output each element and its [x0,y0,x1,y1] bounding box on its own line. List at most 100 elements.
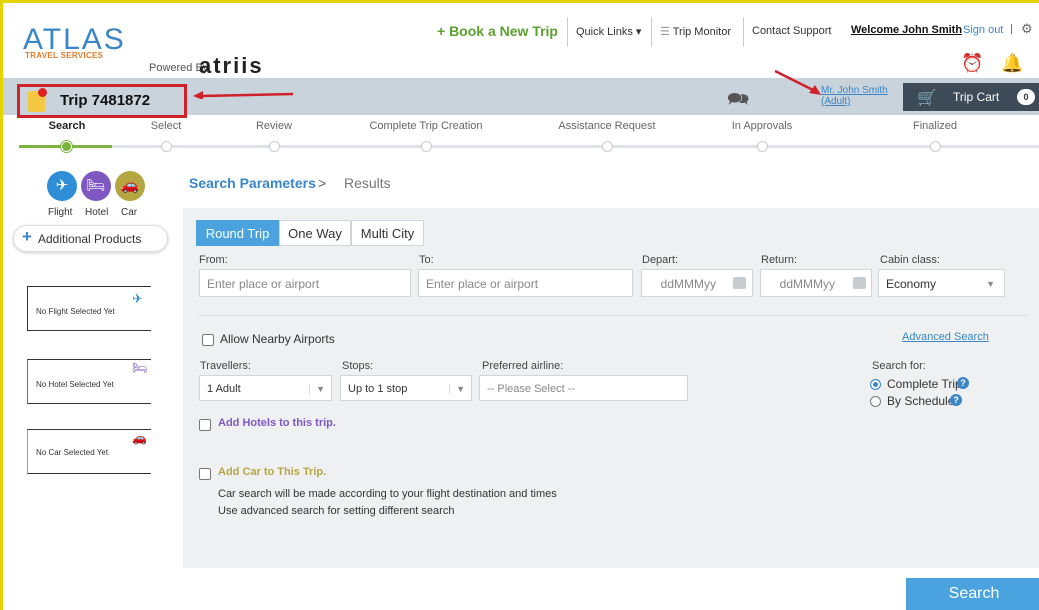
tab-one-way[interactable]: One Way [279,220,351,246]
contact-support-link[interactable]: Contact Support [743,17,836,47]
complete-trip-radio[interactable] [870,379,881,390]
to-input[interactable]: Enter place or airport [418,269,633,297]
step-dot-select [161,141,172,152]
return-label: Return: [761,254,798,266]
trip-title: Trip 7481872 [60,92,151,109]
trip-monitor-link[interactable]: ☰ Trip Monitor [651,17,740,47]
quick-links-menu[interactable]: Quick Links ▾ [567,17,651,47]
car-slot: 🚗 No Car Selected Yet [27,429,151,474]
cabin-class-label: Cabin class: [880,254,940,266]
car-mode-icon[interactable]: 🚗 [115,171,145,201]
list-icon: ☰ [660,26,673,38]
hotel-slot: 🛏 No Hotel Selected Yet [27,359,151,404]
header-separator: | [1010,23,1013,35]
add-hotels-label: Add Hotels to this trip. [218,417,336,429]
sign-out-link[interactable]: Sign out [963,24,1003,36]
cart-count-badge: 0 [1017,89,1035,105]
step-complete-trip-creation: Complete Trip Creation [369,120,483,132]
nearby-airports-checkbox[interactable] [202,334,214,346]
atriis-brand: atriis [199,53,264,78]
step-dot-review [269,141,280,152]
search-for-label: Search for: [872,360,926,372]
gear-icon[interactable]: ⚙ [1021,21,1033,37]
flight-mode-icon[interactable]: ✈ [47,171,77,201]
calendar-icon[interactable] [853,277,866,289]
travellers-select[interactable]: 1 Adult ▼ [199,375,332,401]
step-finalized: Finalized [912,120,958,132]
by-schedule-label: By Schedule [887,394,955,408]
nearby-airports-label: Allow Nearby Airports [220,332,335,346]
by-schedule-radio[interactable] [870,396,881,407]
hotel-mode-icon[interactable]: 🛏 [81,171,111,201]
flight-slot-text: No Flight Selected Yet [36,307,115,316]
cart-icon: 🛒 [917,90,937,107]
breadcrumb-separator: > [318,175,327,191]
book-new-trip-link[interactable]: + Book a New Trip [437,23,558,39]
hotel-mode-label: Hotel [85,207,109,218]
step-dot-assistance [602,141,613,152]
cabin-class-select[interactable]: Economy ▼ [878,269,1005,297]
step-in-approvals: In Approvals [731,120,793,132]
traveller-link[interactable]: Mr. John Smith (Adult) [821,85,901,107]
trip-cart-label: Trip Cart [953,90,1000,104]
step-dot-complete [421,141,432,152]
trip-cart-button[interactable]: 🛒 Trip Cart 0 [903,83,1039,111]
chevron-down-icon: ▼ [309,384,325,394]
breadcrumb-results[interactable]: Results [344,175,391,191]
step-dot-finalized [930,141,941,152]
preferred-airline-label: Preferred airline: [482,360,564,372]
chevron-down-icon: ▼ [986,279,995,289]
add-car-label: Add Car to This Trip. [218,466,327,478]
additional-products-label: Additional Products [38,232,142,246]
stops-value: Up to 1 stop [348,383,408,395]
hotel-slot-text: No Hotel Selected Yet [36,380,114,389]
plus-icon: + [22,227,32,246]
cabin-class-value: Economy [886,277,937,291]
depart-label: Depart: [642,254,679,266]
trip-alert-dot [38,88,47,97]
car-slot-text: No Car Selected Yet [36,448,109,457]
from-input[interactable]: Enter place or airport [199,269,411,297]
car-note-line-1: Car search will be made according to you… [218,488,557,500]
form-divider [199,315,1029,316]
step-review: Review [255,120,293,132]
chevron-down-icon: ▼ [449,384,465,394]
bed-icon: 🛏 [132,361,148,375]
help-icon[interactable]: ? [950,394,962,406]
advanced-search-link[interactable]: Advanced Search [902,331,989,343]
travellers-label: Travellers: [200,360,251,372]
bell-icon[interactable]: 🔔 [1001,53,1023,74]
additional-products-button[interactable]: + Additional Products [13,225,168,252]
complete-trip-label: Complete Trip [887,377,962,391]
chat-icon[interactable]: 🗪 [727,87,749,117]
annotation-arrow-left [193,91,293,99]
tab-multi-city[interactable]: Multi City [351,220,424,246]
alarm-clock-icon[interactable]: ⏰ [961,53,983,74]
add-car-checkbox[interactable] [199,468,211,480]
step-assistance-request: Assistance Request [558,120,656,132]
car-note-line-2: Use advanced search for setting differen… [218,505,455,517]
breadcrumb-search-parameters[interactable]: Search Parameters [189,175,316,191]
app-frame: ATLAS TRAVEL SERVICES Powered By atriis … [0,0,1039,610]
preferred-airline-select[interactable]: -- Please Select -- [479,375,688,401]
car-mode-label: Car [121,207,138,218]
travellers-value: 1 Adult [207,383,241,395]
progress-track [19,145,1039,148]
search-button[interactable]: Search [906,578,1039,610]
car-icon: 🚗 [132,431,147,445]
from-label: From: [199,254,228,266]
step-dot-search [61,141,72,152]
tab-round-trip[interactable]: Round Trip [196,220,279,246]
add-hotels-checkbox[interactable] [199,419,211,431]
plane-icon: ✈ [132,291,143,306]
welcome-user-link[interactable]: Welcome John Smith [851,24,962,36]
help-icon[interactable]: ? [957,377,969,389]
trip-monitor-label: Trip Monitor [672,26,731,38]
stops-select[interactable]: Up to 1 stop ▼ [340,375,472,401]
calendar-icon[interactable] [733,277,746,289]
stops-label: Stops: [342,360,374,372]
to-label: To: [419,254,434,266]
flight-mode-label: Flight [48,207,73,218]
atlas-logo-subtext: TRAVEL SERVICES [25,51,104,60]
step-dot-approvals [757,141,768,152]
